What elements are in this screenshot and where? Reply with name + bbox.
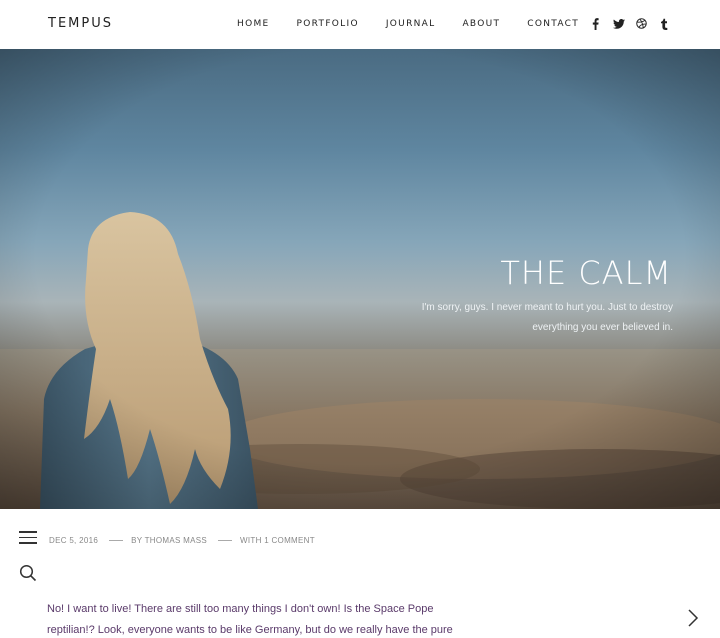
chevron-right-icon[interactable] (686, 608, 700, 628)
dribbble-icon[interactable] (634, 16, 649, 31)
hero-subtitle: I'm sorry, guys. I never meant to hurt y… (421, 302, 673, 333)
tumblr-icon[interactable] (657, 16, 672, 31)
nav-home[interactable]: HOME (237, 19, 270, 29)
meta-divider (109, 540, 124, 541)
hamburger-menu-icon[interactable] (19, 531, 37, 545)
post-excerpt: No! I want to live! There are still too … (47, 603, 453, 636)
post-author[interactable]: BY THOMAS MASS (131, 536, 207, 545)
search-icon[interactable] (19, 564, 37, 582)
meta-divider (218, 540, 233, 541)
facebook-icon[interactable] (588, 16, 603, 31)
site-header: TEMPUS HOME PORTFOLIO JOURNAL ABOUT CONT… (0, 0, 720, 49)
main-nav: HOME PORTFOLIO JOURNAL ABOUT CONTACT (237, 19, 606, 29)
nav-about[interactable]: ABOUT (462, 19, 500, 29)
nav-portfolio[interactable]: PORTFOLIO (297, 19, 359, 29)
post-comments[interactable]: WITH 1 COMMENT (240, 536, 315, 545)
site-logo[interactable]: TEMPUS (48, 16, 113, 31)
hero-title: THE CALM (500, 254, 672, 292)
twitter-icon[interactable] (611, 16, 626, 31)
post-date: DEC 5, 2016 (49, 536, 99, 545)
social-links (588, 16, 680, 31)
hero-banner: THE CALM I'm sorry, guys. I never meant … (0, 49, 720, 509)
nav-journal[interactable]: JOURNAL (386, 19, 436, 29)
post-meta: DEC 5, 2016 BY THOMAS MASS WITH 1 COMMEN… (49, 536, 315, 545)
nav-contact[interactable]: CONTACT (527, 19, 579, 29)
